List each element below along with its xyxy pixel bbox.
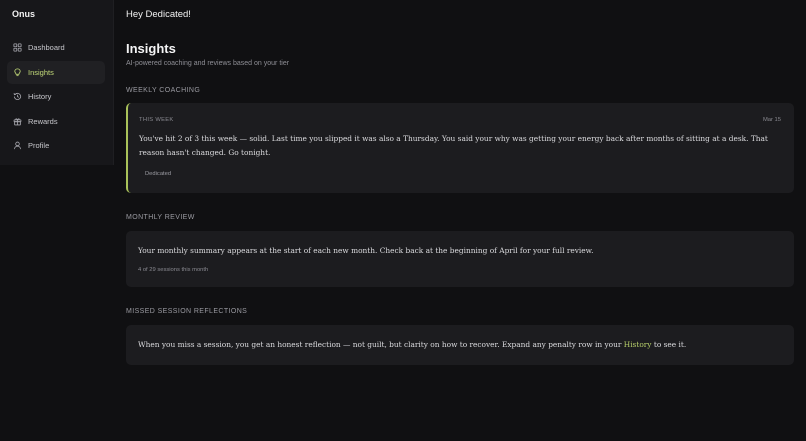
page-title: Insights bbox=[126, 41, 176, 56]
weekly-coaching-heading: WEEKLY COACHING bbox=[126, 87, 201, 94]
sidebar-item-label: Profile bbox=[28, 141, 50, 150]
tier-badge: Dedicated bbox=[145, 171, 172, 177]
monthly-review-text: Your monthly summary appears at the star… bbox=[138, 246, 594, 255]
sidebar-item-profile[interactable]: Profile bbox=[7, 134, 105, 157]
history-link[interactable]: History bbox=[624, 340, 652, 349]
sidebar-item-label: Rewards bbox=[28, 116, 58, 126]
app-logo: Onus bbox=[12, 9, 36, 19]
sidebar-item-label: Insights bbox=[28, 67, 54, 77]
missed-reflections-heading: MISSED SESSION REFLECTIONS bbox=[126, 308, 248, 315]
sidebar: Onus Dashboard Insights History Rewards … bbox=[0, 0, 114, 165]
greeting: Hey Dedicated! bbox=[126, 9, 191, 20]
sidebar-item-dashboard[interactable]: Dashboard bbox=[7, 36, 105, 59]
page-subtitle: AI-powered coaching and reviews based on… bbox=[126, 60, 290, 67]
sidebar-item-insights[interactable]: Insights bbox=[7, 60, 105, 84]
sidebar-item-label: History bbox=[28, 92, 52, 101]
weekly-coaching-text: You've hit 2 of 3 this week — solid. Las… bbox=[139, 134, 768, 157]
sessions-count: 4 of 29 sessions this month bbox=[138, 267, 209, 273]
gift-icon bbox=[13, 117, 22, 126]
sidebar-item-rewards[interactable]: Rewards bbox=[7, 110, 105, 133]
missed-reflections-text: When you miss a session, you get an hone… bbox=[138, 338, 788, 352]
weekly-coaching-card: THIS WEEK Mar 15 You've hit 2 of 3 this … bbox=[126, 103, 794, 193]
weekly-date: Mar 15 bbox=[762, 117, 781, 123]
monthly-review-card: Your monthly summary appears at the star… bbox=[126, 231, 794, 287]
sidebar-item-label: Dashboard bbox=[28, 43, 65, 52]
monthly-review-heading: MONTHLY REVIEW bbox=[126, 214, 195, 221]
sidebar-item-history[interactable]: History bbox=[7, 85, 105, 108]
missed-reflections-card: When you miss a session, you get an hone… bbox=[126, 325, 794, 365]
missed-text-end: to see it. bbox=[653, 340, 687, 349]
weekly-eyebrow: THIS WEEK bbox=[139, 117, 174, 123]
user-icon bbox=[13, 141, 22, 150]
sidebar-nav: Dashboard Insights History Rewards Profi… bbox=[7, 36, 105, 159]
lightbulb-icon bbox=[13, 67, 22, 77]
missed-text-start: When you miss a session, you get an hone… bbox=[138, 340, 622, 349]
dashboard-icon bbox=[13, 43, 22, 52]
history-icon bbox=[13, 92, 22, 101]
